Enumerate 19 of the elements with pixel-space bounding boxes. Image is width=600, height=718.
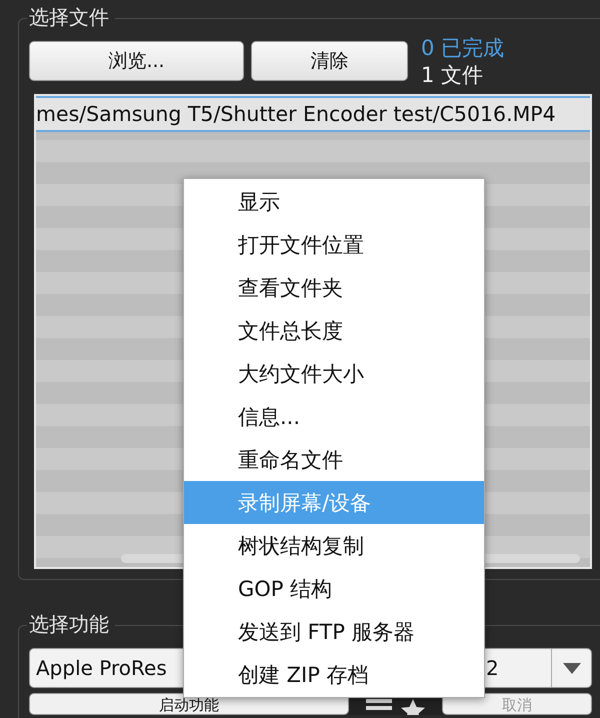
menu-item[interactable]: 文件总长度: [184, 309, 484, 352]
menu-item[interactable]: 打开文件位置: [184, 223, 484, 266]
profile-value: 2: [486, 656, 499, 680]
menu-item[interactable]: 显示: [184, 180, 484, 223]
menu-item[interactable]: 树状结构复制: [184, 524, 484, 567]
dropdown-arrow-icon: [563, 662, 581, 674]
menu-item[interactable]: 大约文件大小: [184, 352, 484, 395]
function-value: Apple ProRes: [36, 656, 167, 680]
menu-item[interactable]: GOP 结构: [184, 567, 484, 610]
menu-item[interactable]: 重命名文件: [184, 438, 484, 481]
star-icon[interactable]: [400, 699, 426, 715]
group-title: 选择文件: [27, 4, 115, 30]
file-count: 1 文件: [421, 62, 484, 88]
menu-item[interactable]: 信息...: [184, 395, 484, 438]
completed-count: 0 已完成: [421, 35, 504, 62]
browse-button[interactable]: 浏览...: [29, 41, 244, 81]
menu-item[interactable]: 查看文件夹: [184, 266, 484, 309]
clear-button[interactable]: 清除: [251, 41, 408, 81]
file-row[interactable]: mes/Samsung T5/Shutter Encoder test/C5016.MP4: [36, 96, 590, 132]
